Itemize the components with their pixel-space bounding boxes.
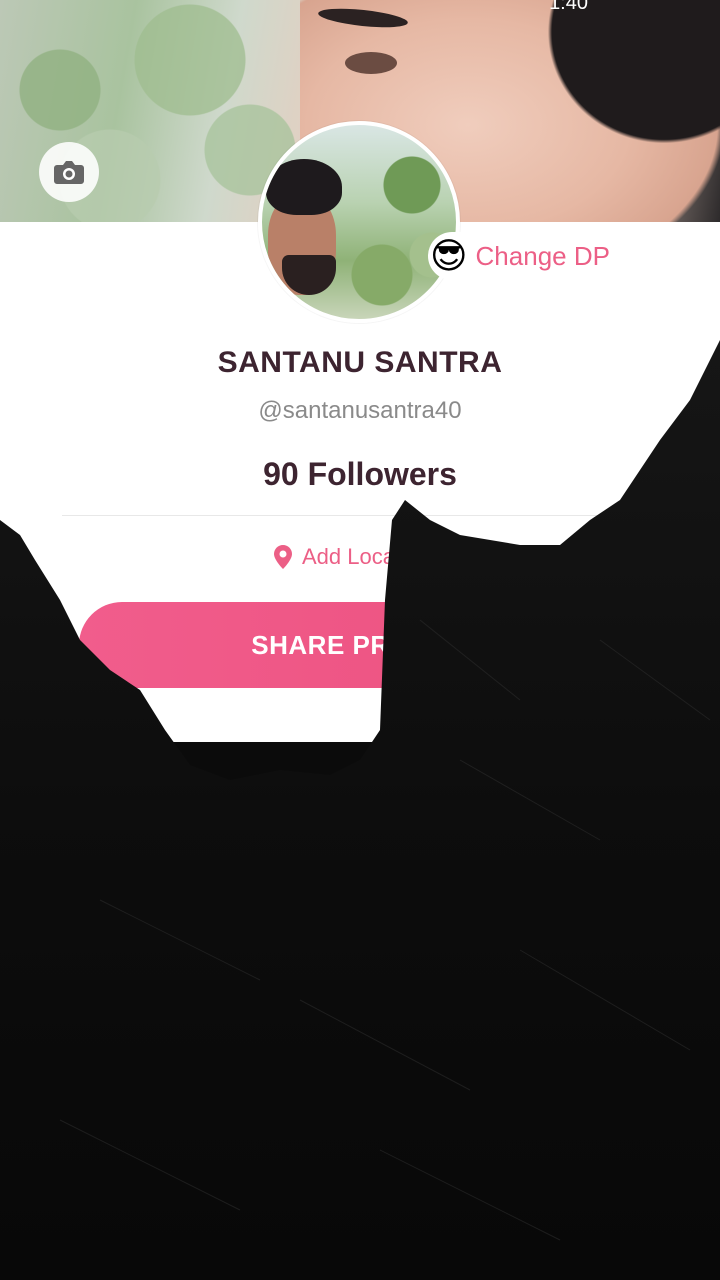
cover-hair [520,0,720,170]
avatar-hair [266,159,342,215]
change-cover-button[interactable] [39,142,99,202]
share-profile-button[interactable]: SHARE PROFILE [79,602,641,688]
avatar[interactable] [258,121,460,323]
camera-icon [54,161,84,184]
profile-screen: 1:40 😎 Change DP SANTANU SANTRA @santanu… [0,0,720,1280]
sunglasses-emoji-icon: 😎 [430,235,468,276]
change-dp-button[interactable]: 😎 Change DP [428,232,618,280]
share-profile-label: SHARE PROFILE [251,629,469,660]
profile-name: SANTANU SANTRA [217,346,503,379]
followers-count[interactable]: 90 Followers [0,456,720,493]
profile-handle: @santanusantra40 [258,397,462,424]
add-location-label: Add Location [302,544,431,569]
change-dp-label: Change DP [475,240,610,271]
add-location-button[interactable]: Add Location [274,544,430,570]
cover-eye [345,52,397,74]
location-pin-icon [274,545,292,569]
status-bar-time: 1:40 [549,0,588,14]
divider [62,515,612,516]
